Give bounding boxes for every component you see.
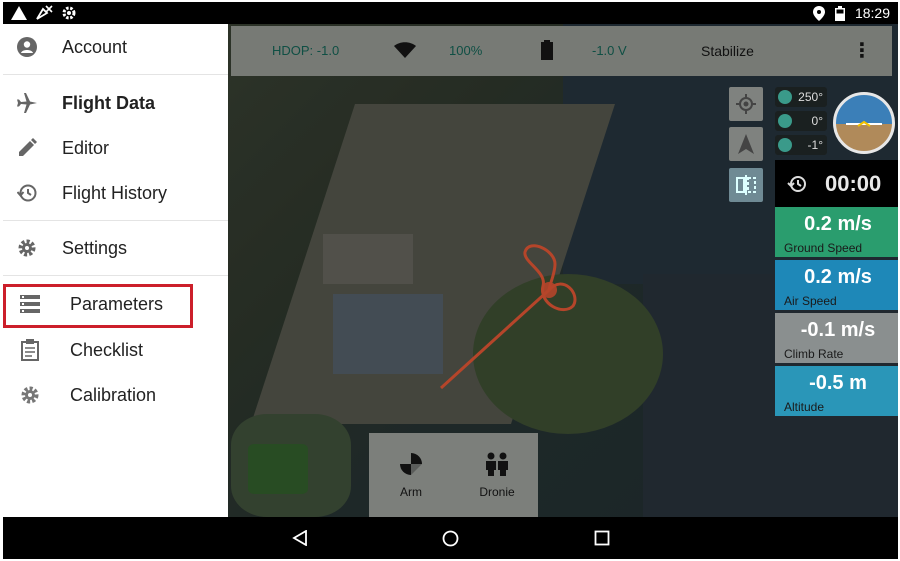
drawer-item-account[interactable]: Account <box>3 27 228 67</box>
yaw-value: 250° <box>798 90 823 104</box>
climb-rate-tile: -0.1 m/s Climb Rate <box>775 313 898 363</box>
signal-strength: 100% <box>449 43 483 58</box>
recents-icon[interactable] <box>594 530 610 546</box>
pencil-icon <box>15 136 39 160</box>
air-speed-label: Air Speed <box>784 294 837 308</box>
system-nav-bar <box>3 517 898 559</box>
ground-speed-label: Ground Speed <box>784 241 863 255</box>
signal-icon <box>11 6 27 20</box>
drawer-label-flight-history: Flight History <box>62 182 168 203</box>
history-icon <box>787 175 806 192</box>
roll-indicator: -1° <box>775 135 827 155</box>
navigation-drawer: Account Flight Data Editor Flight Histor… <box>3 24 228 517</box>
back-icon[interactable] <box>292 530 308 546</box>
wifi-signal-icon <box>394 42 416 58</box>
flight-timer: 00:00 <box>775 160 898 207</box>
drawer-item-flight-history[interactable]: Flight History <box>3 173 228 213</box>
altitude-label: Altitude <box>784 400 825 414</box>
status-bar: 18:29 <box>3 2 898 24</box>
pitch-indicator: 0° <box>775 111 827 131</box>
split-view-icon[interactable] <box>729 168 763 202</box>
status-icons-right: 18:29 <box>812 5 890 21</box>
location-icon <box>812 5 825 21</box>
drawer-divider <box>3 275 228 276</box>
telemetry-bar: HDOP: -1.0 100% -1.0 V Stabilize ⋮ <box>231 26 892 76</box>
drawer-item-parameters[interactable]: Parameters <box>3 284 228 324</box>
locate-icon[interactable] <box>729 87 763 121</box>
drawer-label-parameters: Parameters <box>70 293 164 314</box>
home-icon[interactable] <box>442 530 459 547</box>
pitch-icon <box>778 114 792 128</box>
gear-icon <box>15 236 39 260</box>
climb-rate-value: -0.1 m/s <box>800 319 876 341</box>
no-gps-icon <box>36 5 53 20</box>
history-icon <box>15 181 39 205</box>
yaw-indicator: 250° <box>775 87 827 107</box>
drawer-item-flight-data[interactable]: Flight Data <box>3 83 228 123</box>
drawer-label-editor: Editor <box>62 137 110 158</box>
battery-level-icon <box>541 40 553 60</box>
airplane-icon <box>15 91 39 115</box>
drawer-item-checklist[interactable]: Checklist <box>3 330 228 370</box>
altitude-value: -0.5 m <box>809 372 867 394</box>
drawer-label-calibration: Calibration <box>70 384 157 405</box>
arm-label: Arm <box>400 485 422 499</box>
action-panel: Arm Dronie <box>369 433 538 517</box>
drawer-label-checklist: Checklist <box>70 339 144 360</box>
arm-button[interactable]: Arm <box>376 451 446 499</box>
drawer-divider <box>3 220 228 221</box>
air-speed-tile: 0.2 m/s Air Speed <box>775 260 898 310</box>
dronie-label: Dronie <box>479 485 515 499</box>
drawer-item-editor[interactable]: Editor <box>3 128 228 168</box>
climb-rate-label: Climb Rate <box>784 347 844 361</box>
clipboard-icon <box>18 338 42 362</box>
roll-icon <box>778 138 792 152</box>
pitch-value: 0° <box>811 114 823 128</box>
altitude-tile: -0.5 m Altitude <box>775 366 898 416</box>
battery-voltage: -1.0 V <box>592 43 627 58</box>
arm-icon <box>376 451 446 477</box>
settings-gear-icon <box>62 6 76 20</box>
status-time: 18:29 <box>854 5 890 21</box>
roll-value: -1° <box>807 138 823 152</box>
status-icons-left <box>11 5 77 21</box>
drawer-label-account: Account <box>62 36 128 57</box>
drawer-label-settings: Settings <box>62 237 128 258</box>
list-icon <box>18 292 42 316</box>
calibration-gear-icon <box>18 383 42 407</box>
air-speed-value: 0.2 m/s <box>804 266 872 288</box>
account-icon <box>15 35 39 59</box>
dronie-button[interactable]: Dronie <box>462 451 532 499</box>
battery-icon <box>834 5 845 21</box>
drawer-divider <box>3 74 228 75</box>
flight-mode[interactable]: Stabilize <box>701 43 754 59</box>
overflow-menu-icon[interactable]: ⋮ <box>852 38 872 63</box>
timer-value: 00:00 <box>825 170 882 196</box>
drawer-item-settings[interactable]: Settings <box>3 228 228 268</box>
drawer-label-flight-data: Flight Data <box>62 92 155 113</box>
attitude-indicator <box>833 92 895 154</box>
drawer-item-calibration[interactable]: Calibration <box>3 375 228 415</box>
ground-speed-value: 0.2 m/s <box>804 213 872 235</box>
ground-speed-tile: 0.2 m/s Ground Speed <box>775 207 898 257</box>
navigation-arrow-icon[interactable] <box>729 127 763 161</box>
yaw-icon <box>778 90 792 104</box>
dronie-icon <box>462 451 532 477</box>
hdop-value: HDOP: -1.0 <box>272 43 340 58</box>
tablet-screen: 18:29 HDOP: -1.0 100% -1.0 V Stabilize ⋮ <box>3 2 898 559</box>
